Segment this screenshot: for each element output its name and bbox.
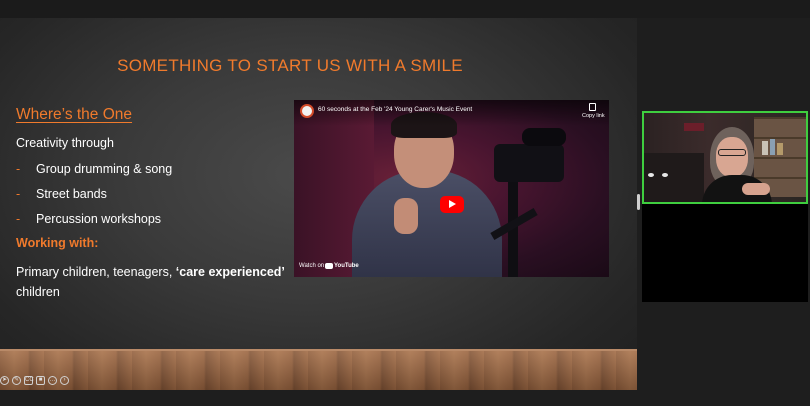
- video-title[interactable]: 60 seconds at the Feb '24 Young Carer's …: [318, 106, 472, 113]
- book: [762, 141, 768, 155]
- video-letterbox: [642, 204, 808, 302]
- working-with-description: Primary children, teenagers, ‘care exper…: [16, 262, 291, 302]
- cam-lamp: [684, 123, 704, 131]
- meeting-window: SOMETHING TO START US WITH A SMILE Where…: [0, 0, 810, 406]
- desc-bold: ‘care experienced’: [175, 265, 285, 279]
- bullet-marker: -: [16, 162, 21, 176]
- participant-face: [716, 137, 748, 177]
- book: [777, 143, 783, 155]
- cam-wall: [644, 153, 704, 202]
- bullet-marker: -: [16, 212, 21, 226]
- channel-avatar[interactable]: [300, 104, 314, 118]
- next-icon[interactable]: ›: [60, 376, 69, 385]
- bullet-group-drumming: Group drumming & song: [36, 162, 173, 176]
- slide-heading: Where’s the One: [16, 106, 133, 123]
- glasses: [718, 149, 746, 156]
- camera-icon[interactable]: ■: [36, 376, 45, 385]
- subtitles-icon[interactable]: CC: [24, 376, 34, 385]
- watch-on-label[interactable]: Watch on: [299, 263, 324, 269]
- pointer-icon[interactable]: ➤: [0, 376, 9, 385]
- pen-icon[interactable]: ✎: [12, 376, 21, 385]
- bullet-street-bands: Street bands: [36, 187, 107, 201]
- top-bar: [0, 0, 810, 18]
- slide-intro: Creativity through: [16, 136, 114, 150]
- camera-lens: [522, 128, 566, 146]
- participant-hand: [742, 183, 770, 195]
- more-icon[interactable]: …: [48, 376, 57, 385]
- desc-plain: Primary children, teenagers,: [16, 265, 176, 279]
- working-with-label: Working with:: [16, 236, 99, 250]
- ornament: [662, 173, 668, 177]
- ornament: [648, 173, 654, 177]
- thumbs-up-hand: [394, 198, 418, 234]
- wood-floor-decoration: [0, 349, 637, 390]
- video-title-bar: [294, 100, 609, 126]
- copy-link-icon[interactable]: [589, 103, 596, 111]
- desc-end: children: [16, 285, 60, 299]
- bullet-marker: -: [16, 187, 21, 201]
- video-camera: [494, 144, 564, 182]
- youtube-wordmark[interactable]: YouTube: [334, 263, 359, 269]
- book: [770, 139, 775, 155]
- play-button[interactable]: [440, 196, 464, 213]
- youtube-logo-icon[interactable]: [325, 263, 333, 269]
- participant-video[interactable]: [642, 111, 808, 204]
- embedded-video[interactable]: 60 seconds at the Feb '24 Young Carer's …: [294, 100, 609, 277]
- presenter-controls: ➤ ✎ CC ■ … ›: [0, 376, 69, 388]
- split-view-handle[interactable]: [637, 194, 640, 210]
- copy-link-label[interactable]: Copy link: [582, 113, 605, 119]
- bullet-percussion-workshops: Percussion workshops: [36, 212, 162, 226]
- slide-title: SOMETHING TO START US WITH A SMILE: [117, 56, 463, 75]
- shared-slide: SOMETHING TO START US WITH A SMILE Where…: [0, 18, 637, 390]
